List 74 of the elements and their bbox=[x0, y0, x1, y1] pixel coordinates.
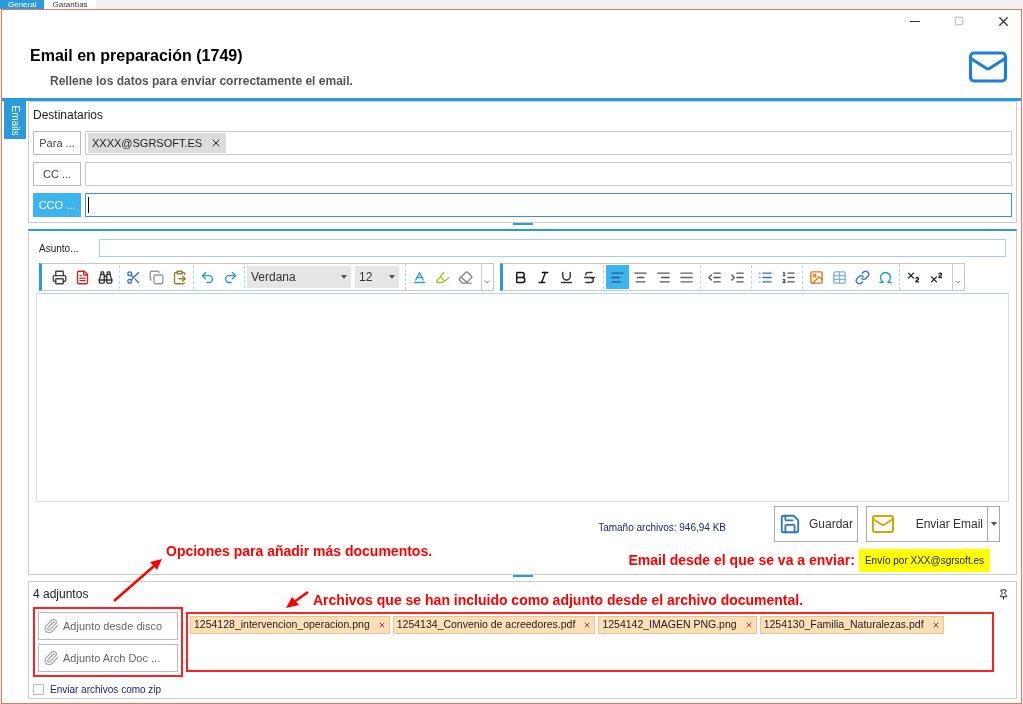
omega-icon bbox=[878, 269, 893, 285]
attachment-chip[interactable]: 1254134_Convenio de acreedores.pdf bbox=[392, 616, 596, 634]
zip-checkbox-label: Enviar archivos como zip bbox=[50, 683, 162, 697]
maximize-icon bbox=[954, 16, 964, 26]
attachment-count: 4 adjuntos bbox=[33, 586, 89, 603]
attachment-chip[interactable]: 1254142_IMAGEN PNG.png bbox=[598, 616, 757, 634]
annotation-arrow bbox=[113, 559, 162, 602]
annotation-arrow bbox=[286, 591, 309, 608]
attach-button[interactable]: Adjunto desde disco bbox=[38, 612, 178, 640]
print-icon bbox=[52, 269, 67, 285]
font-dropdown[interactable]: Verdana bbox=[247, 266, 351, 288]
attachment-chip[interactable]: 1254128_intervencion_operacion.png bbox=[190, 616, 390, 634]
table-icon bbox=[832, 269, 847, 285]
bullet-list-icon bbox=[758, 269, 773, 285]
align-right-icon bbox=[656, 269, 671, 285]
minimize-icon bbox=[910, 20, 920, 22]
subject-label: Asunto... bbox=[38, 241, 80, 256]
font-size-dropdown[interactable]: 12 bbox=[355, 266, 399, 288]
attach-button[interactable]: Adjunto Arch Doc ... bbox=[38, 644, 178, 672]
numbered-list-icon bbox=[781, 269, 796, 285]
chevron-down-icon bbox=[482, 278, 491, 286]
subscript-icon bbox=[906, 269, 921, 285]
window-title: Email en preparación (1749) bbox=[30, 46, 244, 66]
italic-icon bbox=[536, 269, 551, 285]
pdf-icon bbox=[75, 269, 90, 285]
save-button[interactable]: Guardar bbox=[774, 506, 858, 542]
send-email-button[interactable]: Enviar Email bbox=[866, 506, 1000, 542]
recipient-chip[interactable]: XXXX@SGRSOFT.ES bbox=[88, 133, 227, 153]
binoculars-icon bbox=[98, 269, 113, 285]
zip-checkbox[interactable] bbox=[33, 684, 44, 695]
justify-icon bbox=[679, 269, 694, 285]
window-subtitle: Rellene los datos para enviar correctamente el email. bbox=[50, 73, 353, 90]
outdent-icon bbox=[707, 269, 722, 285]
paperclip-icon bbox=[43, 618, 59, 634]
recipient-field[interactable]: XXXX@SGRSOFT.ES bbox=[85, 131, 1012, 155]
annotation-text: Opciones para añadir más documentos. bbox=[166, 542, 433, 561]
subject-field[interactable] bbox=[99, 239, 1006, 257]
sender-address: Envío por XXX@sgrsoft.es bbox=[858, 548, 990, 572]
image-icon bbox=[809, 269, 824, 285]
underline-icon bbox=[559, 269, 574, 285]
superscript-icon bbox=[929, 269, 944, 285]
annotation-text: Email desde el que se va a enviar: bbox=[628, 550, 855, 570]
annotation-text: Archivos que se han incluido como adjunto desde el archivo documental. bbox=[313, 591, 804, 610]
redo-icon bbox=[223, 269, 238, 285]
scissors-icon bbox=[126, 269, 141, 285]
recipient-button[interactable]: CC ... bbox=[33, 162, 81, 186]
align-left-button[interactable] bbox=[606, 265, 629, 289]
envelope-icon bbox=[871, 512, 895, 536]
link-icon bbox=[855, 269, 870, 285]
panel-title: Destinatarios bbox=[33, 107, 105, 124]
eraser-icon bbox=[458, 269, 473, 285]
dropdown-caret-icon[interactable] bbox=[987, 507, 999, 541]
recipient-field[interactable] bbox=[85, 193, 1012, 217]
indent-icon bbox=[730, 269, 745, 285]
align-center-icon bbox=[633, 269, 648, 285]
paperclip-icon bbox=[43, 650, 59, 666]
pin-icon[interactable] bbox=[998, 588, 1009, 600]
highlighter-icon bbox=[435, 269, 450, 285]
chevron-down-icon bbox=[953, 278, 962, 286]
dropdown-caret-icon bbox=[389, 275, 395, 279]
copy-icon bbox=[149, 269, 164, 285]
text-cursor bbox=[88, 197, 89, 213]
dropdown-caret-icon bbox=[341, 275, 347, 279]
recipient-button[interactable]: Para ... bbox=[33, 131, 81, 155]
background-tab[interactable]: Garantías bbox=[44, 0, 96, 9]
font-color-icon bbox=[412, 269, 427, 285]
strikethrough-icon bbox=[582, 269, 597, 285]
align-left-icon bbox=[610, 269, 625, 285]
recipient-field[interactable] bbox=[85, 162, 1012, 186]
undo-icon bbox=[200, 269, 215, 285]
paste-icon bbox=[172, 269, 187, 285]
bold-icon bbox=[513, 269, 528, 285]
file-size-label: Tamaño archivos: 946,94 KB bbox=[598, 520, 726, 535]
attachment-chip[interactable]: 1254130_Familia_Naturalezas.pdf bbox=[759, 616, 944, 634]
